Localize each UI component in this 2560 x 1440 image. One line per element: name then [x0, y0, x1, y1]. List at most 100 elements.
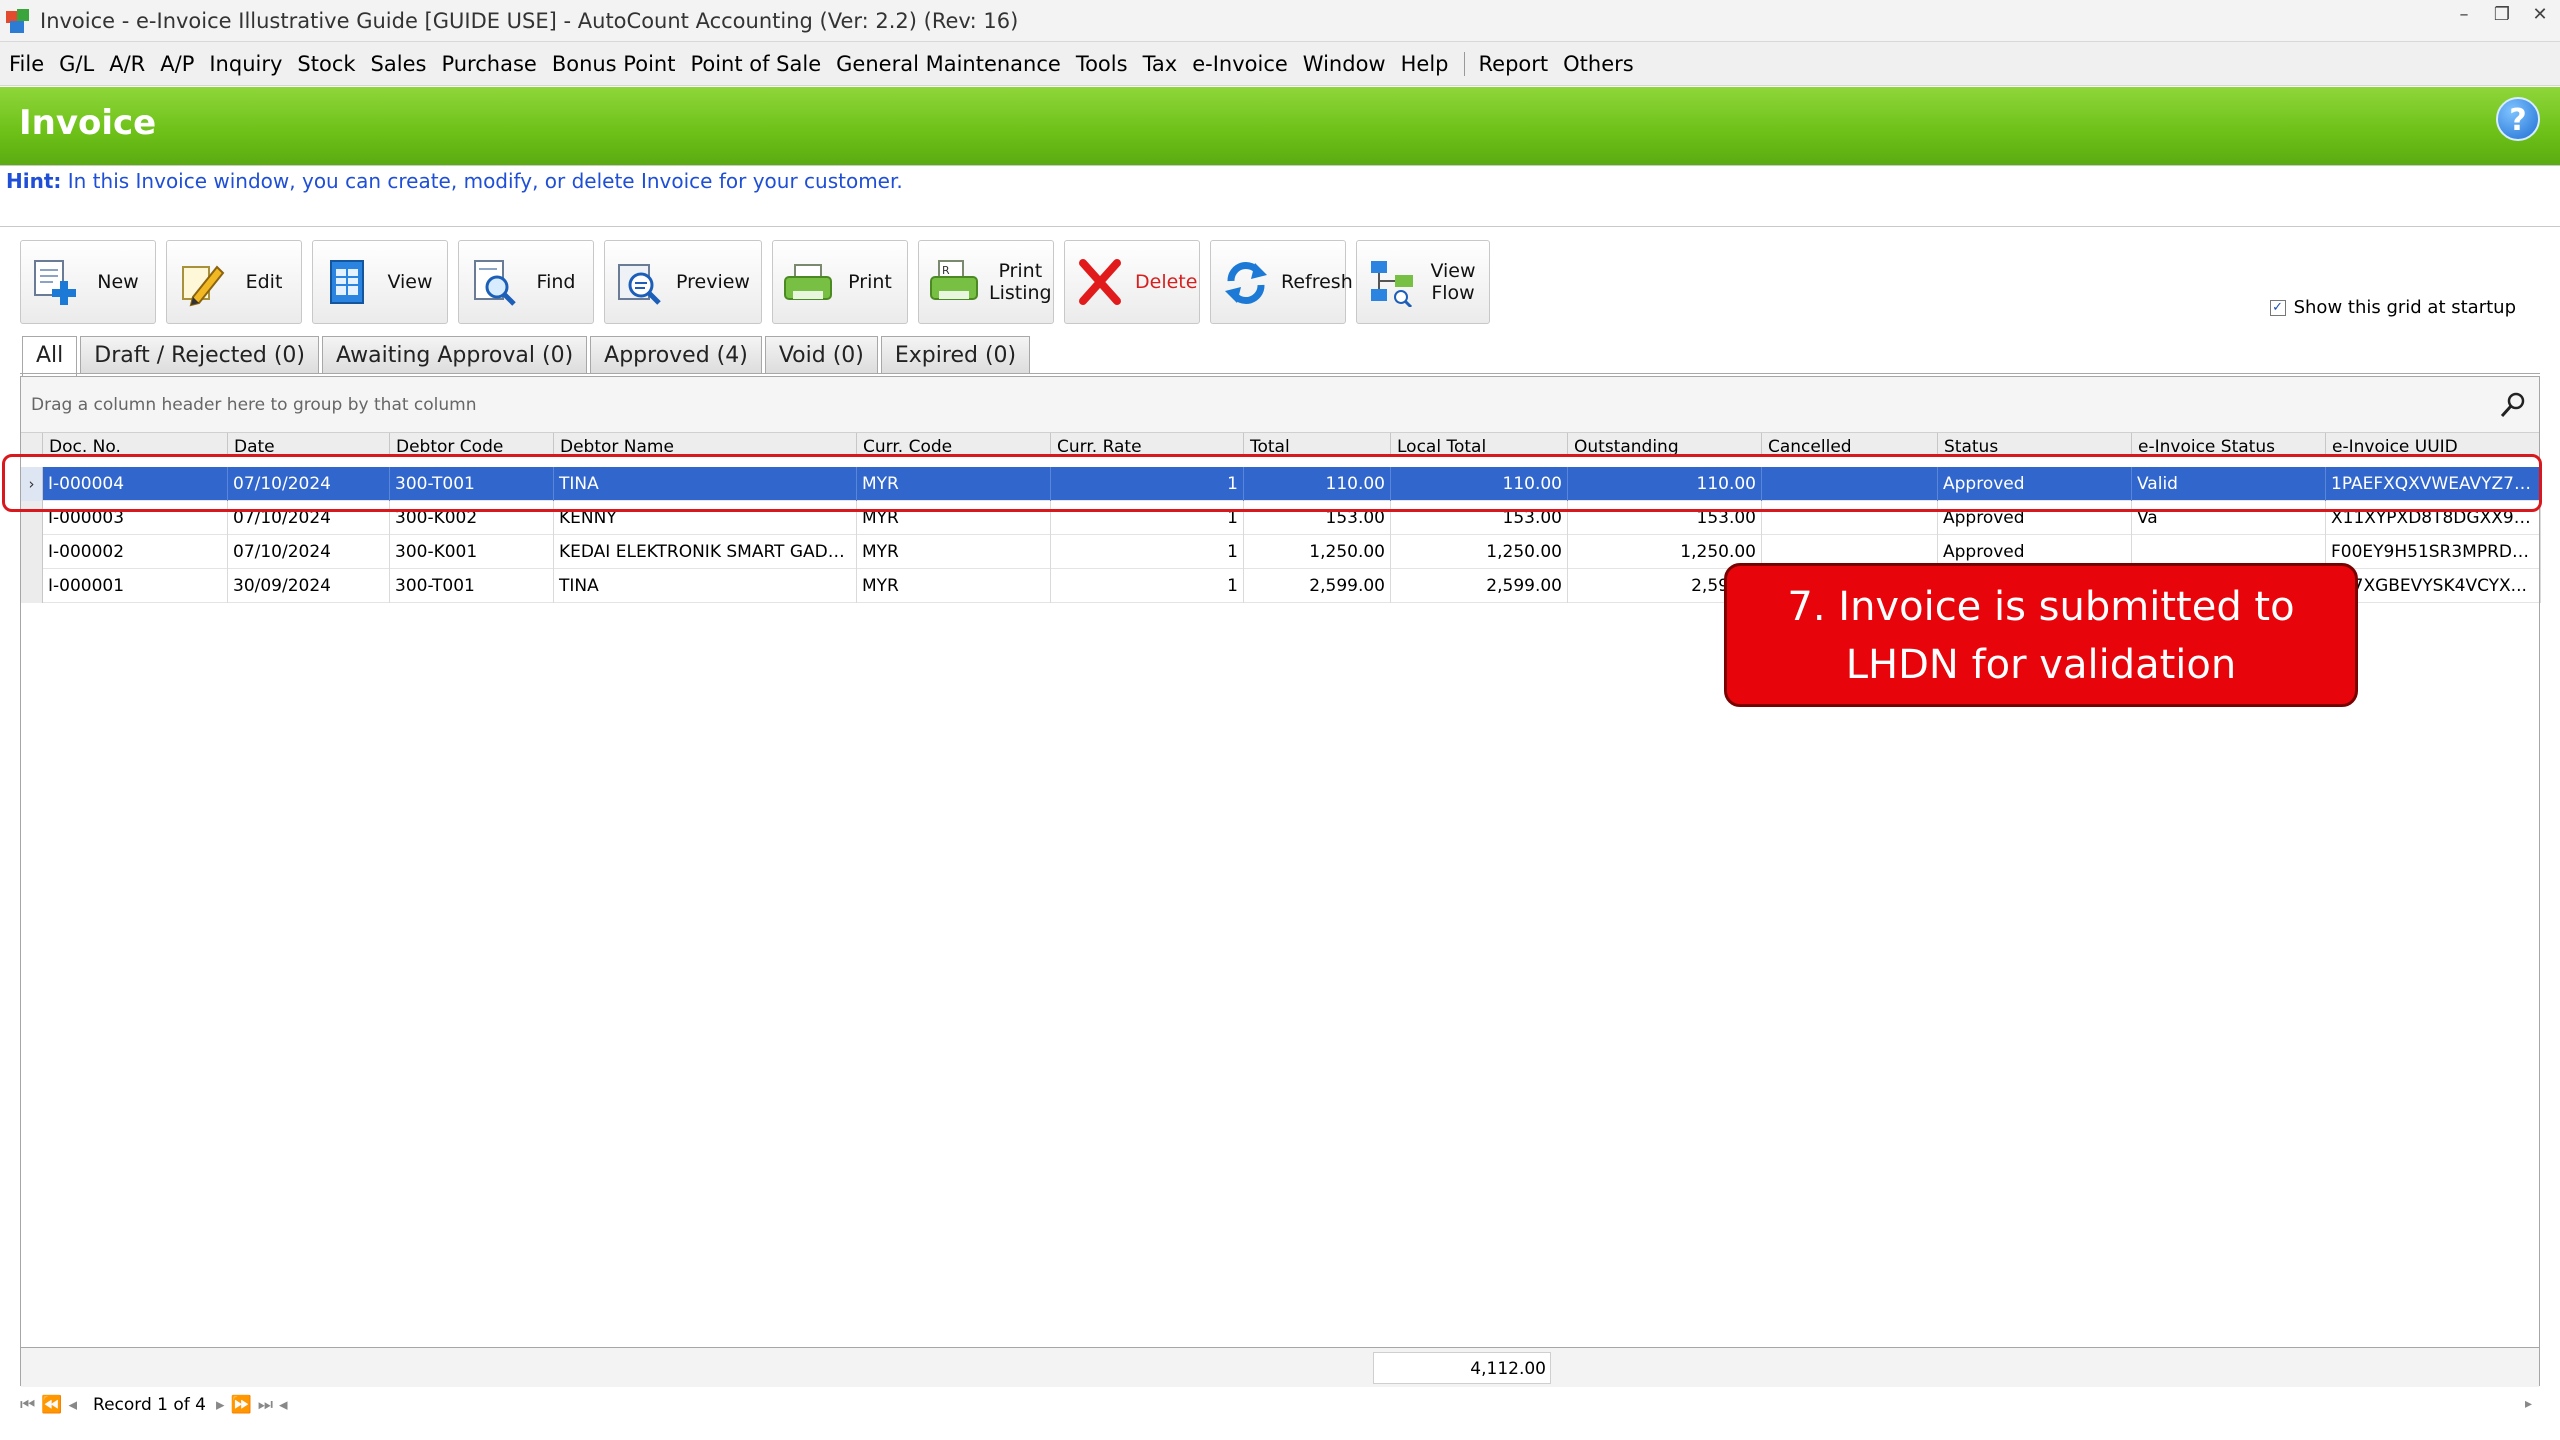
- menu-sales[interactable]: Sales: [371, 52, 427, 76]
- col-e-invoice-uuid[interactable]: e-Invoice UUID: [2326, 433, 2539, 457]
- col-e-invoice-status[interactable]: e-Invoice Status: [2132, 433, 2326, 457]
- menu-inquiry[interactable]: Inquiry: [209, 52, 282, 76]
- tab-void[interactable]: Void (0): [764, 336, 878, 374]
- print-button[interactable]: Print: [772, 240, 908, 324]
- close-button[interactable]: ✕: [2526, 4, 2554, 25]
- cell-debtor-name: TINA: [554, 467, 857, 501]
- tab-all[interactable]: All: [22, 336, 78, 376]
- col-debtor-code[interactable]: Debtor Code: [390, 433, 554, 457]
- cell-debtor-code: 300-K002: [390, 501, 554, 535]
- new-button[interactable]: New: [20, 240, 156, 324]
- col-curr-code[interactable]: Curr. Code: [857, 433, 1051, 457]
- show-grid-checkbox[interactable]: ✓: [2269, 299, 2286, 316]
- col-doc-no[interactable]: Doc. No.: [43, 433, 228, 457]
- record-navigator: ⏮ ⏪ ◂ Record 1 of 4 ▸ ⏩ ⏭ ◂: [20, 1388, 2540, 1422]
- menu-tools[interactable]: Tools: [1076, 52, 1128, 76]
- delete-x-icon: [1075, 257, 1125, 307]
- first-record-icon[interactable]: ⏮: [20, 1395, 35, 1415]
- minimize-button[interactable]: –: [2450, 4, 2478, 25]
- menu-tax[interactable]: Tax: [1143, 52, 1178, 76]
- tab-underline: [20, 373, 2540, 374]
- search-icon[interactable]: [2499, 391, 2527, 419]
- view-button[interactable]: View: [312, 240, 448, 324]
- menu-help[interactable]: Help: [1401, 52, 1449, 76]
- cell-e-invoice-uuid: X11XYPXD8T8DGXX9VP29...: [2326, 501, 2541, 535]
- menu-others[interactable]: Others: [1563, 52, 1634, 76]
- cell-local-total: 1,250.00: [1391, 535, 1568, 569]
- col-status[interactable]: Status: [1938, 433, 2132, 457]
- menu-purchase[interactable]: Purchase: [441, 52, 536, 76]
- menu-ar[interactable]: A/R: [109, 52, 145, 76]
- tab-approved[interactable]: Approved (4): [590, 336, 762, 374]
- col-outstanding[interactable]: Outstanding: [1568, 433, 1762, 457]
- cell-local-total: 2,599.00: [1391, 569, 1568, 603]
- help-icon[interactable]: ?: [2496, 97, 2540, 141]
- table-row[interactable]: I-000003 07/10/2024 300-K002 KENNY MYR 1…: [21, 501, 2541, 535]
- next-record-icon[interactable]: ▸: [216, 1395, 225, 1415]
- col-local-total[interactable]: Local Total: [1391, 433, 1568, 457]
- last-record-icon[interactable]: ⏭: [258, 1395, 273, 1415]
- group-by-panel[interactable]: Drag a column header here to group by th…: [21, 377, 2539, 433]
- menu-report[interactable]: Report: [1479, 52, 1549, 76]
- tab-draft-rejected[interactable]: Draft / Rejected (0): [80, 336, 319, 374]
- next-page-icon[interactable]: ⏩: [231, 1395, 252, 1415]
- grid-footer: 4,112.00: [21, 1347, 2539, 1387]
- toolbar: New Edit View Find Preview Print R Print…: [20, 240, 1500, 324]
- cell-date: 30/09/2024: [228, 569, 390, 603]
- edit-button[interactable]: Edit: [166, 240, 302, 324]
- cell-debtor-name: KENNY: [554, 501, 857, 535]
- print-label: Print: [848, 271, 892, 293]
- tab-expired[interactable]: Expired (0): [880, 336, 1031, 374]
- col-debtor-name[interactable]: Debtor Name: [554, 433, 857, 457]
- restore-button[interactable]: ❐: [2488, 4, 2516, 25]
- view-doc-icon: [323, 257, 373, 307]
- delete-button[interactable]: Delete: [1064, 240, 1200, 324]
- preview-label: Preview: [676, 271, 750, 293]
- menu-separator: [1463, 51, 1465, 76]
- menu-stock[interactable]: Stock: [297, 52, 355, 76]
- cell-e-invoice-status: Va: [2132, 501, 2326, 535]
- view-flow-button[interactable]: View Flow: [1356, 240, 1490, 324]
- footer-local-total: 4,112.00: [1373, 1352, 1551, 1384]
- find-button[interactable]: Find: [458, 240, 594, 324]
- cell-e-invoice-status: Valid: [2132, 467, 2326, 501]
- col-curr-rate[interactable]: Curr. Rate: [1051, 433, 1244, 457]
- scroll-right-icon[interactable]: ▸: [2525, 1396, 2532, 1412]
- row-indicator: [21, 535, 43, 569]
- row-indicator-header: [21, 433, 43, 457]
- print-listing-button[interactable]: R Print Listing: [918, 240, 1054, 324]
- cell-curr-code: MYR: [857, 467, 1051, 501]
- preview-button[interactable]: Preview: [604, 240, 762, 324]
- hint-text: In this Invoice window, you can create, …: [67, 169, 903, 193]
- table-row[interactable]: › I-000004 07/10/2024 300-T001 TINA MYR …: [21, 467, 2541, 501]
- cell-debtor-name: KEDAI ELEKTRONIK SMART GADGET: [554, 535, 857, 569]
- col-cancelled[interactable]: Cancelled: [1762, 433, 1938, 457]
- col-total[interactable]: Total: [1244, 433, 1391, 457]
- menu-general-maintenance[interactable]: General Maintenance: [836, 52, 1061, 76]
- menu-gl[interactable]: G/L: [59, 52, 94, 76]
- invoice-grid: Drag a column header here to group by th…: [20, 376, 2541, 1387]
- printer-icon: [783, 257, 833, 307]
- tab-awaiting-approval[interactable]: Awaiting Approval (0): [322, 336, 588, 374]
- row-indicator: [21, 501, 43, 535]
- refresh-icon: [1221, 257, 1271, 307]
- prev-record-icon[interactable]: ◂: [68, 1395, 77, 1415]
- refresh-button[interactable]: Refresh: [1210, 240, 1353, 324]
- scroll-left-icon[interactable]: ◂: [279, 1395, 288, 1415]
- menu-bonus-point[interactable]: Bonus Point: [552, 52, 676, 76]
- cell-e-invoice-uuid: F00EY9H51SR3MPRD1911...: [2326, 535, 2541, 569]
- hint-label: Hint:: [6, 169, 62, 193]
- menu-window[interactable]: Window: [1303, 52, 1386, 76]
- cell-e-invoice-uuid: 1PAEFXQXVWEAVYZ792AS...: [2326, 467, 2541, 501]
- menu-point-of-sale[interactable]: Point of Sale: [690, 52, 821, 76]
- edit-pencil-icon: [177, 257, 227, 307]
- menu-e-invoice[interactable]: e-Invoice: [1192, 52, 1288, 76]
- menu-file[interactable]: File: [9, 52, 44, 76]
- show-grid-at-startup[interactable]: ✓ Show this grid at startup: [2269, 297, 2516, 318]
- view-flow-label: View Flow: [1430, 260, 1476, 304]
- cell-curr-code: MYR: [857, 501, 1051, 535]
- prev-page-icon[interactable]: ⏪: [41, 1395, 62, 1415]
- col-date[interactable]: Date: [228, 433, 390, 457]
- menu-ap[interactable]: A/P: [160, 52, 194, 76]
- cell-date: 07/10/2024: [228, 535, 390, 569]
